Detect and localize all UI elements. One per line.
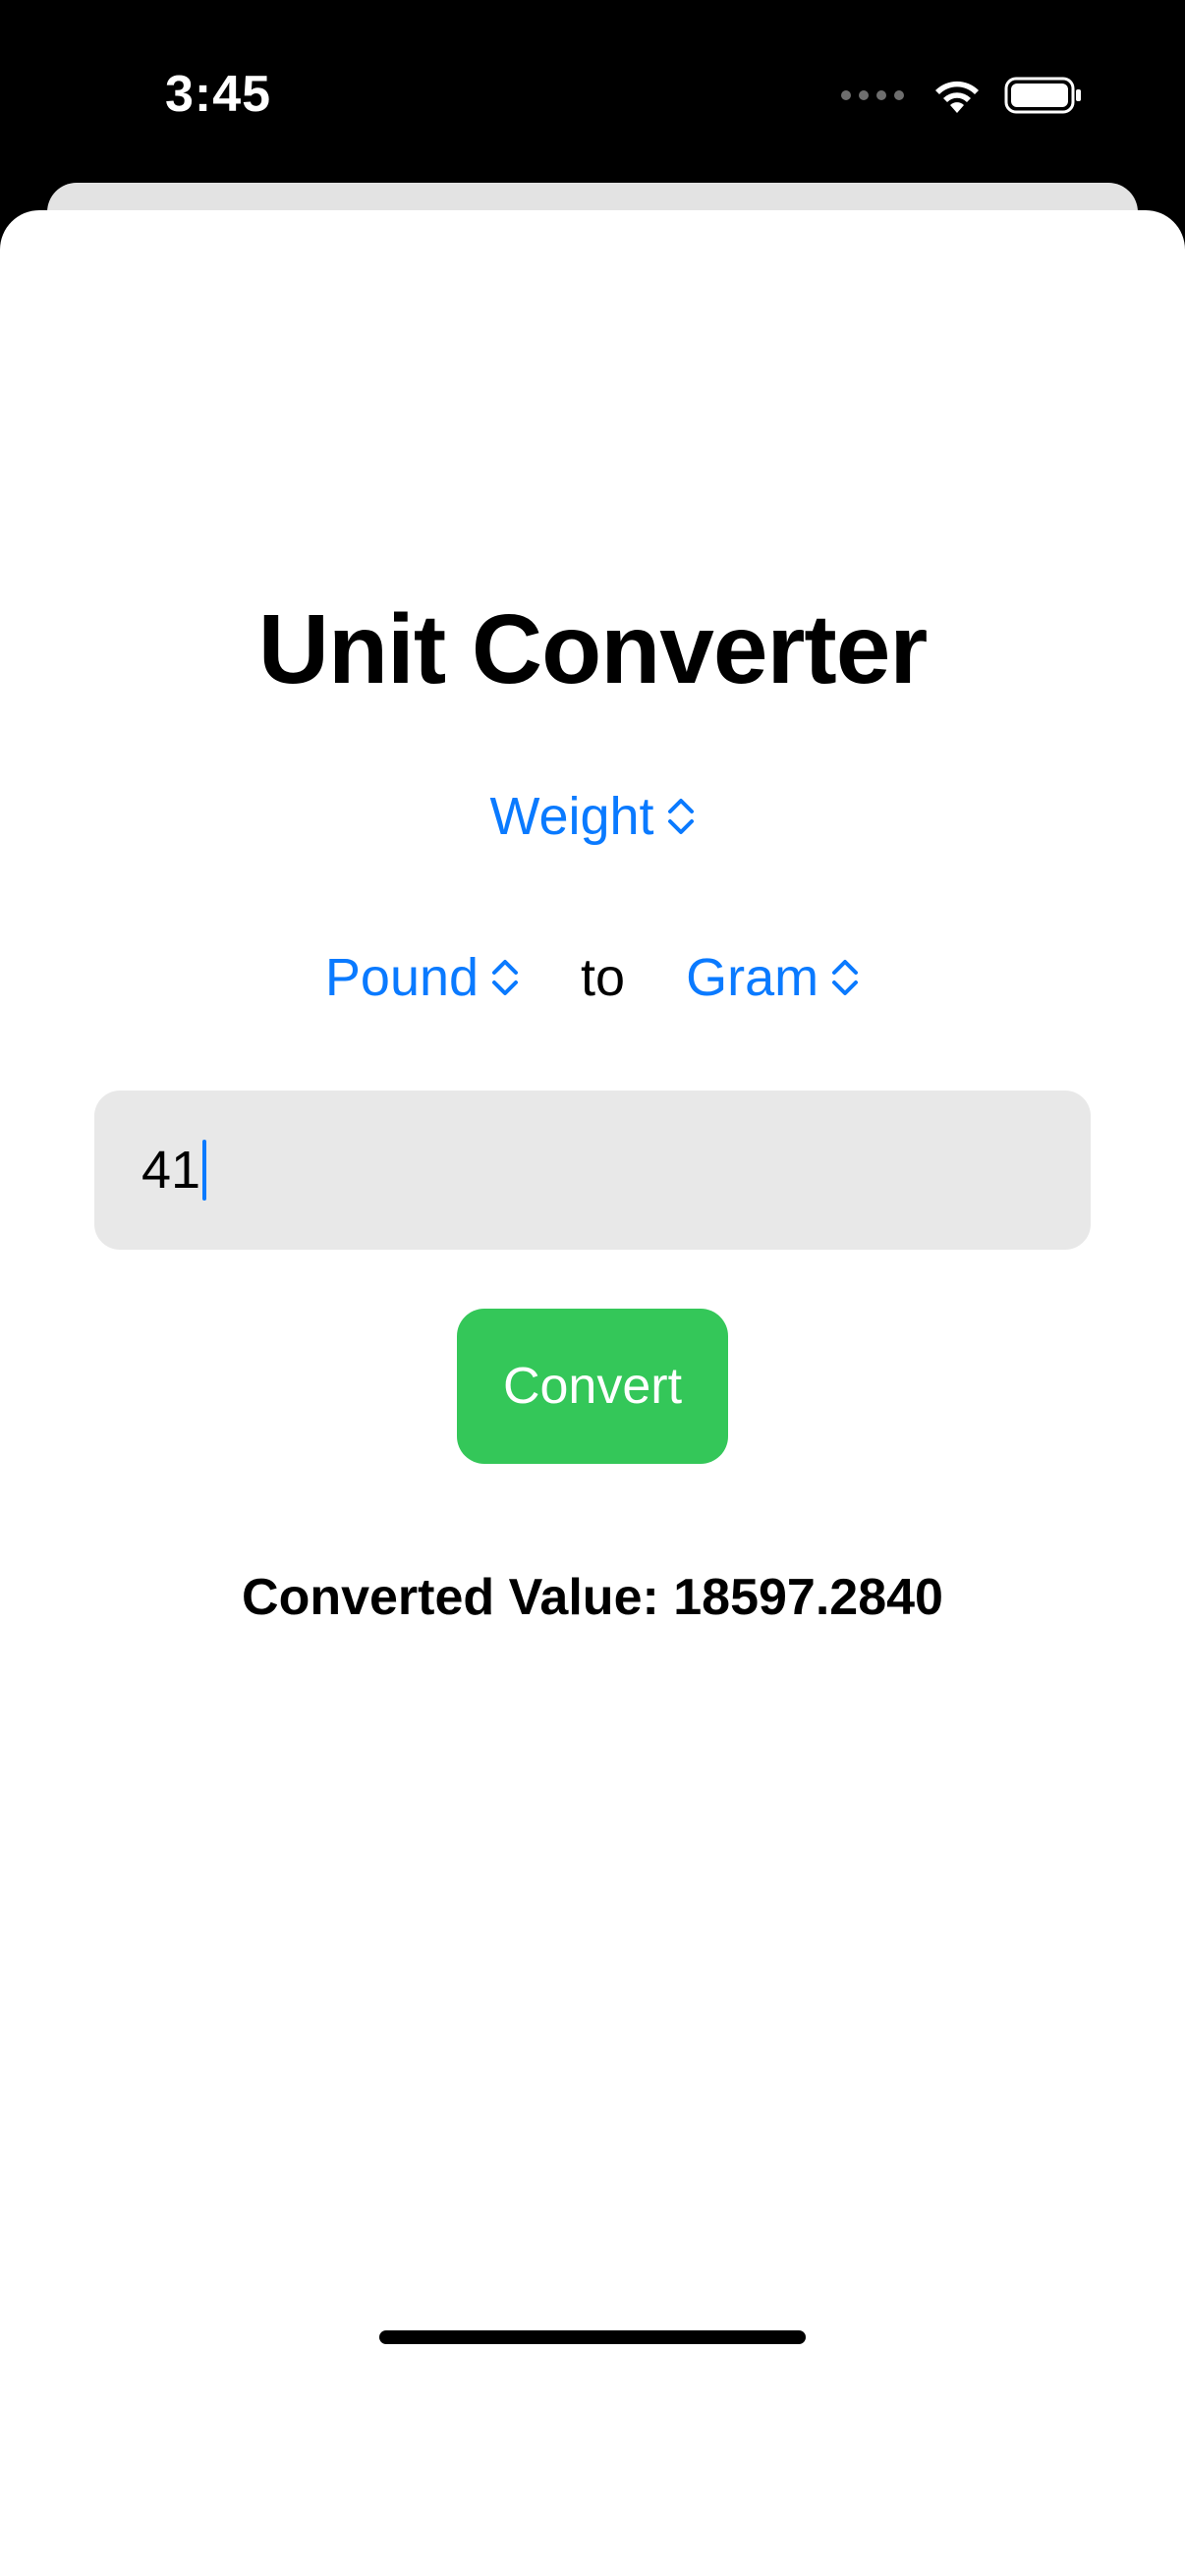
chevron-up-down-icon <box>492 960 519 995</box>
battery-icon <box>1004 77 1081 114</box>
from-unit-picker[interactable]: Pound <box>325 947 520 1008</box>
amount-input[interactable]: 41 <box>94 1091 1091 1250</box>
amount-input-value: 41 <box>141 1141 201 1200</box>
category-picker-label: Weight <box>489 787 654 846</box>
from-unit-label: Pound <box>324 948 480 1007</box>
wifi-icon <box>935 81 979 113</box>
app-screen: 3:45 Unit Converter Weight Pound to Gram… <box>0 0 1185 2576</box>
category-picker[interactable]: Weight <box>489 786 695 847</box>
status-time: 3:45 <box>165 66 272 123</box>
converted-value-text: Converted Value: 18597.2840 <box>242 1569 943 1626</box>
units-row: Pound to Gram <box>0 947 1185 1008</box>
text-cursor <box>202 1140 207 1201</box>
to-unit-label: Gram <box>686 948 819 1007</box>
chevron-up-down-icon <box>832 960 859 995</box>
to-unit-picker[interactable]: Gram <box>686 947 860 1008</box>
chevron-up-down-icon <box>667 799 694 834</box>
convert-button[interactable]: Convert <box>457 1309 728 1464</box>
page-title: Unit Converter <box>257 594 929 704</box>
to-label: to <box>581 948 626 1007</box>
status-icons <box>841 71 1083 120</box>
signal-dots-icon <box>841 90 904 100</box>
home-indicator[interactable] <box>379 2330 806 2344</box>
category-row: Weight <box>0 786 1185 847</box>
